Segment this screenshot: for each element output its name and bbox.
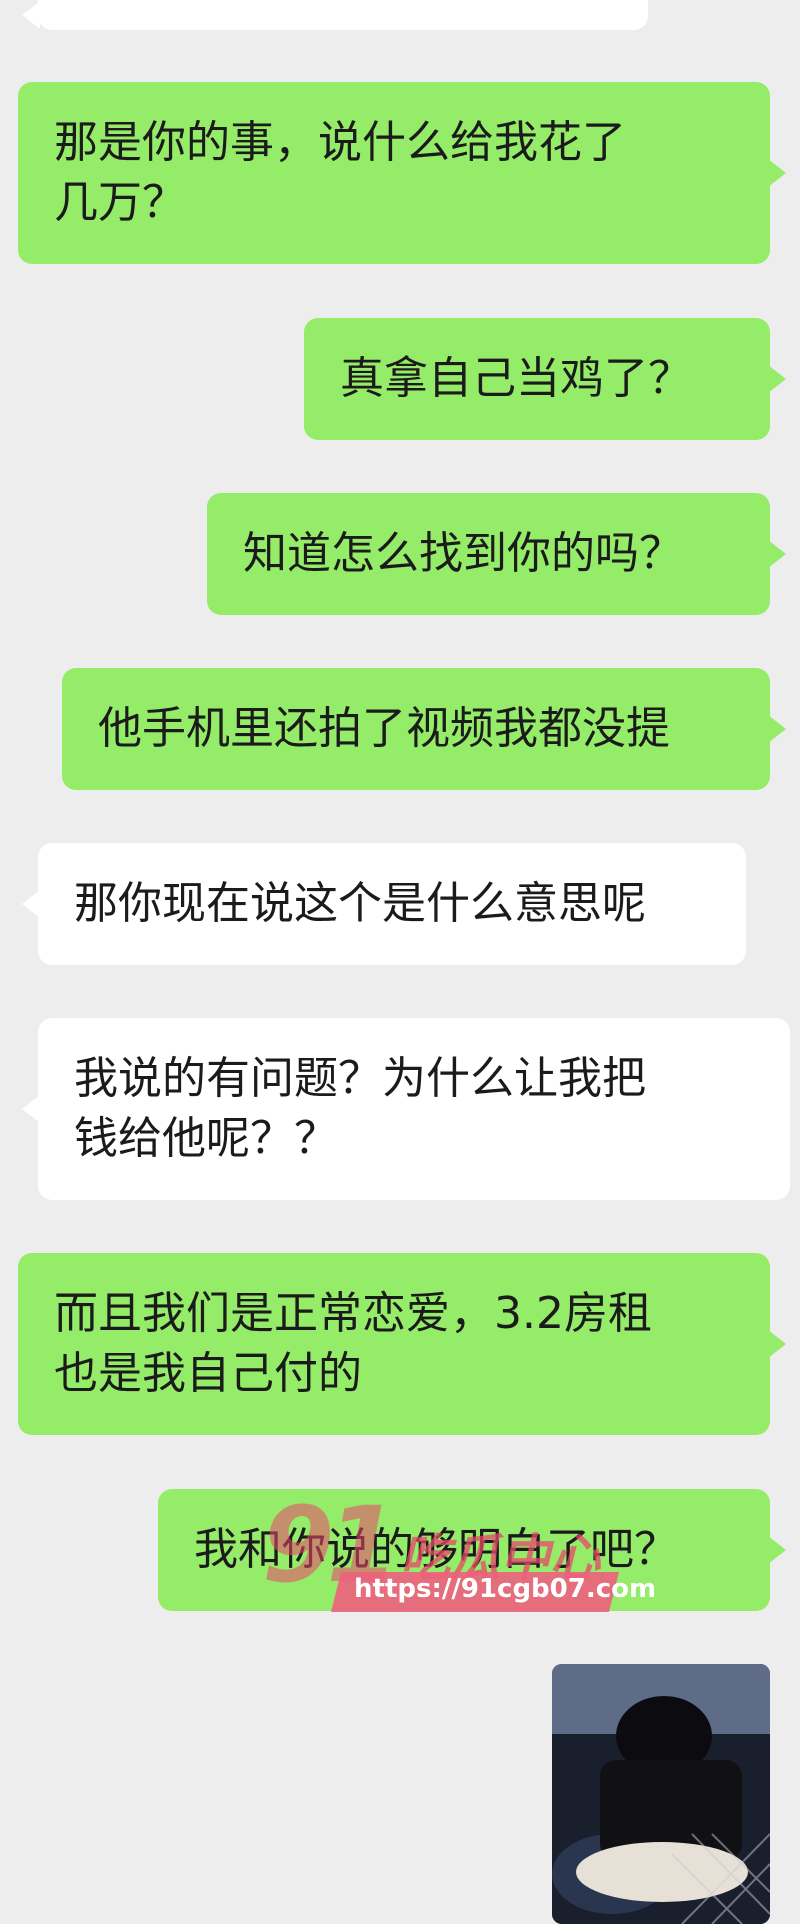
sent-message-bubble[interactable]: 他手机里还拍了视频我都没提 [62,668,786,790]
message-text: 我说的有问题？为什么让我把 [74,1053,646,1104]
sent-message-bubble[interactable]: 真拿自己当鸡了？ [304,318,786,440]
photo-image [552,1664,770,1924]
sent-message-bubble[interactable]: 那是你的事，说什么给我花了 几万？ [18,82,786,264]
message-text: 那你现在说这个是什么意思呢 [74,878,646,929]
message-text: 那是你的事，说什么给我花了 [54,117,626,168]
sent-message-bubble[interactable]: 而且我们是正常恋爱，3.2房租 也是我自己付的 [18,1253,786,1435]
message-text: 他手机里还拍了视频我都没提 [98,703,670,754]
received-message-bubble[interactable] [22,0,648,30]
photo-message-thumbnail[interactable] [552,1664,770,1924]
message-text: 而且我们是正常恋爱，3.2房租 [54,1288,652,1339]
received-message-bubble[interactable]: 我说的有问题？为什么让我把 钱给他呢？？ [22,1018,790,1200]
message-text: 知道怎么找到你的吗？ [243,528,683,579]
message-text: 几万？ [54,177,186,228]
message-text: 真拿自己当鸡了？ [340,353,692,404]
message-text: 钱给他呢？？ [74,1113,338,1164]
sent-message-bubble[interactable]: 知道怎么找到你的吗？ [207,493,786,615]
watermark: 91 吃瓜中心 https://91cgb07.com [262,1484,656,1616]
message-text: 也是我自己付的 [54,1348,362,1399]
received-message-bubble[interactable]: 那你现在说这个是什么意思呢 [22,843,746,965]
watermark-url: https://91cgb07.com [354,1574,657,1604]
